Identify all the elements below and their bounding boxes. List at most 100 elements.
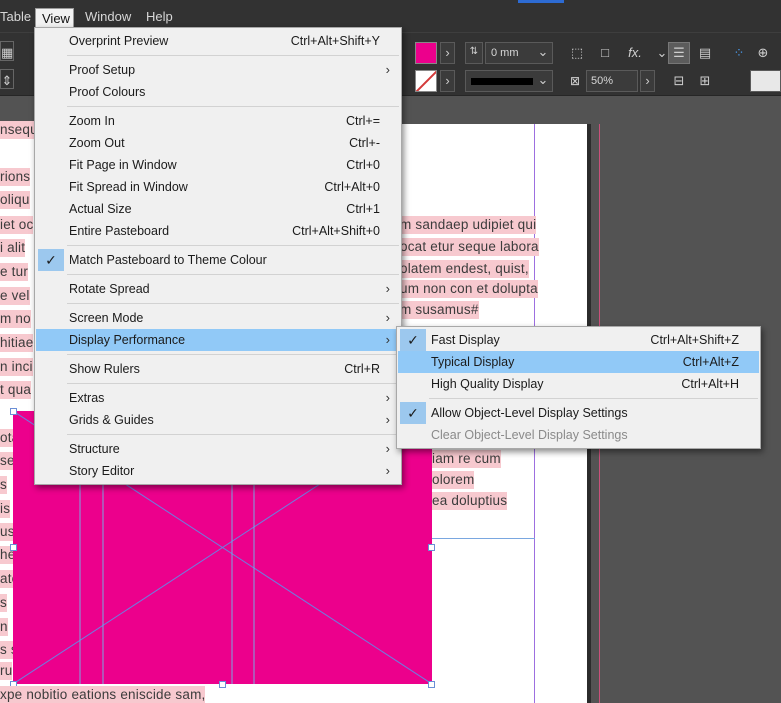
menu-view[interactable]: View (35, 8, 74, 28)
text-wrap-icon[interactable]: ▤ (694, 42, 716, 64)
chevron-right-icon: › (385, 412, 390, 427)
indesign-window: Table View Window Help ▦ ⇕ › › ⇅ 0 mm ⌄ … (0, 0, 781, 703)
stroke-color-swatch[interactable] (415, 70, 437, 92)
text-fragment: e vel (0, 287, 30, 305)
text-frame-bottom-edge (432, 538, 535, 539)
menu-item-entire-pasteboard[interactable]: Entire Pasteboard Ctrl+Alt+Shift+0 (36, 220, 400, 242)
stroke-weight-field[interactable]: 0 mm ⌄ (485, 42, 553, 64)
stepper-icon: ⇅ (469, 46, 479, 57)
frame-handle[interactable] (10, 408, 17, 415)
stroke-style-preview (471, 78, 533, 85)
chevron-right-icon: › (645, 73, 650, 88)
menu-item-allow-object-level[interactable]: ✓ Allow Object-Level Display Settings (398, 402, 759, 424)
menu-item-extras[interactable]: Extras › (36, 387, 400, 409)
text-line: um non con et dolupta (400, 280, 538, 298)
chevron-right-icon: › (385, 441, 390, 456)
checkmark-icon: ✓ (400, 402, 426, 424)
menu-separator (67, 55, 399, 56)
text-fragment: oliqu (0, 191, 30, 209)
stroke-dropdown[interactable]: › (440, 70, 455, 92)
reference-point-icon[interactable]: ▦ (0, 41, 14, 61)
text-fragment: i alit (0, 239, 26, 257)
menu-item-high-quality-display[interactable]: High Quality Display Ctrl+Alt+H (398, 373, 759, 395)
chevron-right-icon: › (385, 463, 390, 478)
checkmark-icon: ✓ (38, 249, 64, 271)
menu-item-story-editor[interactable]: Story Editor › (36, 460, 400, 482)
frame-handle[interactable] (428, 544, 435, 551)
stroke-weight-stepper[interactable]: ⇅ (465, 42, 483, 64)
align-bottom-icon[interactable]: ⊞ (694, 70, 716, 92)
chevron-right-icon: › (385, 332, 390, 347)
checkmark-icon: ✓ (400, 329, 426, 351)
menu-help[interactable]: Help (140, 7, 179, 27)
align-lines-icon: ☰ (673, 45, 685, 60)
menu-separator (67, 354, 399, 355)
menu-item-typical-display[interactable]: Typical Display Ctrl+Alt+Z (398, 351, 759, 373)
chevron-right-icon: › (385, 281, 390, 296)
menu-item-proof-colours[interactable]: Proof Colours (36, 81, 400, 103)
text-fragment: m no (0, 310, 31, 328)
menu-item-fast-display[interactable]: ✓ Fast Display Ctrl+Alt+Shift+Z (398, 329, 759, 351)
menu-item-structure[interactable]: Structure › (36, 438, 400, 460)
align-center-icon[interactable]: ☰ (668, 42, 690, 64)
text-line: ocat etur seque labora (400, 238, 539, 256)
stroke-type-select[interactable]: ⌄ (465, 70, 553, 92)
menu-separator (67, 434, 399, 435)
text-fragment: e tur (0, 263, 29, 281)
frame-handle[interactable] (219, 681, 226, 688)
menu-item-overprint-preview[interactable]: Overprint Preview Ctrl+Alt+Shift+Y (36, 30, 400, 52)
menu-item-screen-mode[interactable]: Screen Mode › (36, 307, 400, 329)
menu-item-fit-spread[interactable]: Fit Spread in Window Ctrl+Alt+0 (36, 176, 400, 198)
chevron-down-icon: ⌄ (537, 72, 549, 87)
text-line: xpe nobitio eations eniscide sam, (0, 686, 206, 703)
menu-item-proof-setup[interactable]: Proof Setup › (36, 59, 400, 81)
text-fragment: nsequ (0, 121, 38, 139)
frame-handle[interactable] (428, 681, 435, 688)
menu-separator (67, 245, 399, 246)
menu-item-show-rulers[interactable]: Show Rulers Ctrl+R (36, 358, 400, 380)
menu-item-zoom-in[interactable]: Zoom In Ctrl+= (36, 110, 400, 132)
menu-item-match-pasteboard[interactable]: ✓ Match Pasteboard to Theme Colour (36, 249, 400, 271)
content-grabber-icon[interactable]: ⁘ (730, 42, 748, 64)
menu-item-display-performance[interactable]: Display Performance › (36, 329, 400, 351)
opacity-icon: ⊠ (569, 74, 581, 88)
chevron-down-icon: ⌄ (537, 44, 549, 59)
menu-item-fit-page[interactable]: Fit Page in Window Ctrl+0 (36, 154, 400, 176)
text-line: ea doluptius (432, 492, 508, 510)
workspace-indicator (518, 0, 564, 3)
text-fragment: iet oc (0, 216, 34, 234)
menu-item-zoom-out[interactable]: Zoom Out Ctrl+- (36, 132, 400, 154)
select-container-icon[interactable]: ⊕ (752, 42, 774, 64)
menu-item-clear-object-level: Clear Object-Level Display Settings (431, 428, 628, 442)
scale-icon[interactable]: ⇕ (0, 69, 14, 89)
menu-item-grids-guides[interactable]: Grids & Guides › (36, 409, 400, 431)
text-fragment: is (0, 500, 11, 518)
fill-dropdown[interactable]: › (440, 42, 455, 64)
text-fragment: n (0, 618, 8, 636)
chevron-right-icon: › (445, 45, 450, 60)
stroke-weight-value: 0 mm (491, 47, 519, 59)
text-fragment: rions (0, 168, 31, 186)
menu-item-actual-size[interactable]: Actual Size Ctrl+1 (36, 198, 400, 220)
opacity-field[interactable]: 50% (586, 70, 638, 92)
chevron-right-icon: › (445, 73, 450, 88)
display-performance-submenu: ✓ Fast Display Ctrl+Alt+Shift+Z Typical Di… (396, 326, 761, 449)
text-fragment: s (0, 476, 7, 494)
drop-shadow-icon[interactable]: ⬚ (566, 42, 588, 64)
text-line: m susamus# (400, 301, 479, 319)
none-slash-icon (416, 71, 436, 91)
align-top-icon[interactable]: ⊟ (668, 70, 690, 92)
menu-table[interactable]: Table (0, 7, 37, 27)
chevron-right-icon: › (385, 62, 390, 77)
fill-color-swatch[interactable] (415, 42, 437, 64)
shadow-square-icon[interactable]: □ (594, 42, 616, 64)
menu-window[interactable]: Window (79, 7, 137, 27)
menu-item-rotate-spread[interactable]: Rotate Spread › (36, 278, 400, 300)
text-fragment: s (0, 594, 7, 612)
style-field[interactable] (750, 70, 781, 92)
chevron-right-icon: › (385, 310, 390, 325)
frame-handle[interactable] (10, 544, 17, 551)
text-fragment: n inci (0, 358, 33, 376)
opacity-dropdown[interactable]: › (640, 70, 655, 92)
effects-icon[interactable]: fx. (622, 42, 648, 64)
